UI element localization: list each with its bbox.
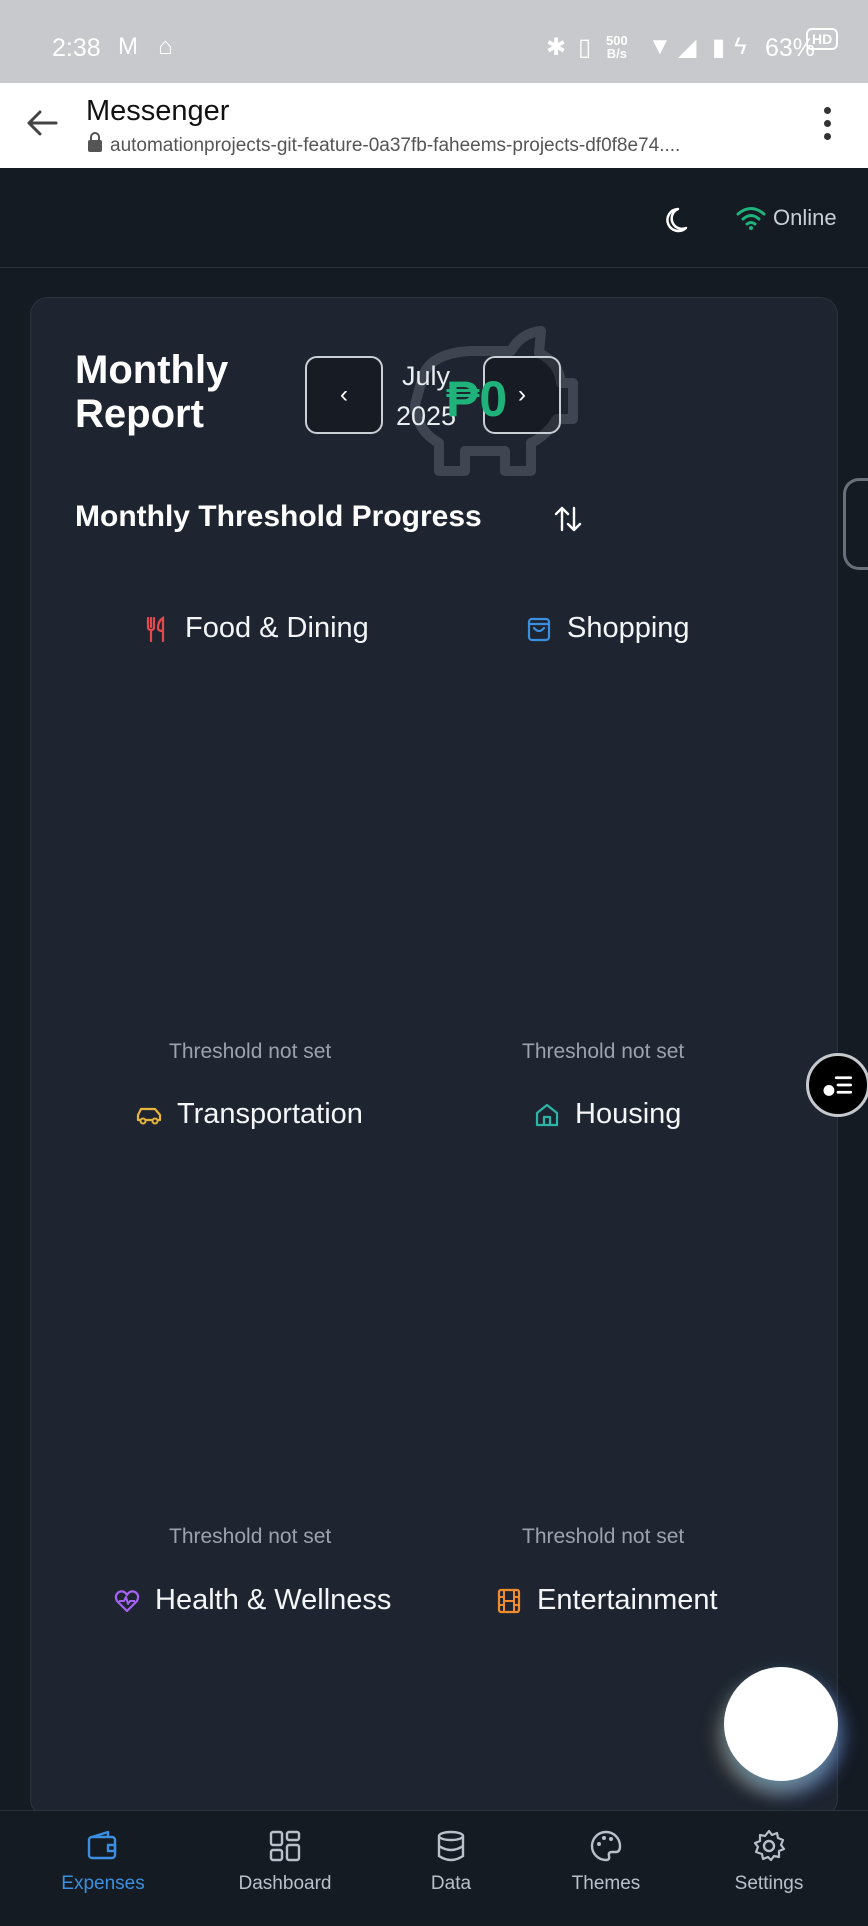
category-label: Housing: [575, 1098, 682, 1130]
threshold-status: Threshold not set: [522, 1040, 685, 1063]
film-icon: [497, 1588, 521, 1613]
lock-icon: [88, 132, 102, 152]
sort-icon[interactable]: [553, 504, 583, 534]
report-title: Monthly Report: [75, 348, 228, 436]
category-food-dining[interactable]: Food & Dining: [143, 612, 369, 645]
nav-label: Expenses: [61, 1873, 145, 1894]
monthly-report-card: Monthly Report ‹ July 2025 › ₱0 Monthly …: [30, 297, 838, 1817]
notification-icon: ⌂: [158, 33, 173, 60]
report-title-line2: Report: [75, 392, 204, 436]
status-bar: 2:38 M ⌂ ✱ ▯ 500 B/s ▼ ◢ ▮ ϟ 63% HD: [0, 0, 868, 83]
nav-settings[interactable]: Settings: [699, 1829, 839, 1895]
hd-badge: HD: [806, 28, 839, 50]
wallet-icon: [87, 1830, 117, 1860]
nav-label: Data: [430, 1873, 472, 1894]
category-label: Transportation: [177, 1098, 363, 1130]
url-text: automationprojects-git-feature-0a37fb-fa…: [110, 135, 681, 156]
gmail-icon: M: [118, 33, 138, 60]
total-amount: ₱0: [446, 371, 508, 427]
nav-dashboard[interactable]: Dashboard: [215, 1829, 355, 1895]
nav-label: Themes: [571, 1873, 641, 1894]
wifi-status-icon: ▼: [648, 33, 672, 60]
nav-themes[interactable]: Themes: [536, 1829, 676, 1895]
report-month: July: [402, 361, 451, 391]
category-health-wellness[interactable]: Health & Wellness: [113, 1584, 391, 1617]
category-label: Food & Dining: [185, 612, 369, 644]
utensils-icon: [146, 615, 165, 642]
battery-icon: ▮: [712, 34, 726, 61]
browser-url[interactable]: automationprojects-git-feature-0a37fb-fa…: [88, 132, 681, 157]
edge-panel-handle[interactable]: [843, 478, 868, 570]
category-transportation[interactable]: Transportation: [135, 1098, 363, 1131]
report-title-line1: Monthly: [75, 348, 229, 392]
bluetooth-icon: ✱: [546, 34, 567, 61]
palette-icon: [590, 1830, 622, 1862]
moon-icon[interactable]: [664, 204, 696, 236]
browser-title: Messenger: [86, 95, 230, 127]
previous-month-button[interactable]: ‹: [305, 356, 383, 434]
status-time: 2:38: [52, 34, 101, 62]
category-label: Entertainment: [537, 1584, 718, 1616]
nav-expenses[interactable]: Expenses: [33, 1829, 173, 1895]
category-label: Health & Wellness: [155, 1584, 392, 1616]
wifi-icon: [736, 207, 766, 230]
heart-pulse-icon: [114, 1589, 140, 1612]
house-icon: [535, 1103, 559, 1126]
list-add-icon: [823, 1076, 853, 1096]
charging-icon: ϟ: [734, 33, 747, 60]
connection-status: Online: [773, 205, 837, 230]
gear-icon: [753, 1829, 786, 1862]
category-label: Shopping: [567, 612, 690, 644]
vibrate-icon: ▯: [578, 34, 592, 61]
net-speed-unit: B/s: [606, 46, 627, 61]
category-entertainment[interactable]: Entertainment: [495, 1584, 718, 1617]
shopping-bag-icon: [527, 617, 551, 641]
back-arrow-icon[interactable]: [22, 103, 62, 143]
floating-tool-button[interactable]: [806, 1053, 868, 1117]
threshold-status: Threshold not set: [522, 1525, 685, 1548]
nav-label: Settings: [734, 1873, 804, 1894]
threshold-status: Threshold not set: [169, 1525, 332, 1548]
nav-data[interactable]: Data: [381, 1829, 521, 1895]
category-housing[interactable]: Housing: [533, 1098, 681, 1131]
nav-label: Dashboard: [238, 1873, 332, 1894]
net-speed: 500 B/s: [606, 34, 628, 60]
more-options-icon[interactable]: [824, 107, 832, 143]
add-expense-fab[interactable]: [724, 1667, 838, 1781]
database-icon: [437, 1830, 465, 1862]
app-header: Online: [0, 168, 868, 268]
bottom-navigation: Expenses Dashboard Data Themes Settings: [0, 1810, 868, 1926]
threshold-section-title: Monthly Threshold Progress: [75, 500, 482, 533]
car-icon: [136, 1107, 162, 1124]
browser-toolbar: Messenger automationprojects-git-feature…: [0, 83, 868, 168]
threshold-status: Threshold not set: [169, 1040, 332, 1063]
signal-icon: ◢: [678, 34, 697, 61]
category-shopping[interactable]: Shopping: [525, 612, 690, 645]
dashboard-icon: [269, 1830, 301, 1862]
